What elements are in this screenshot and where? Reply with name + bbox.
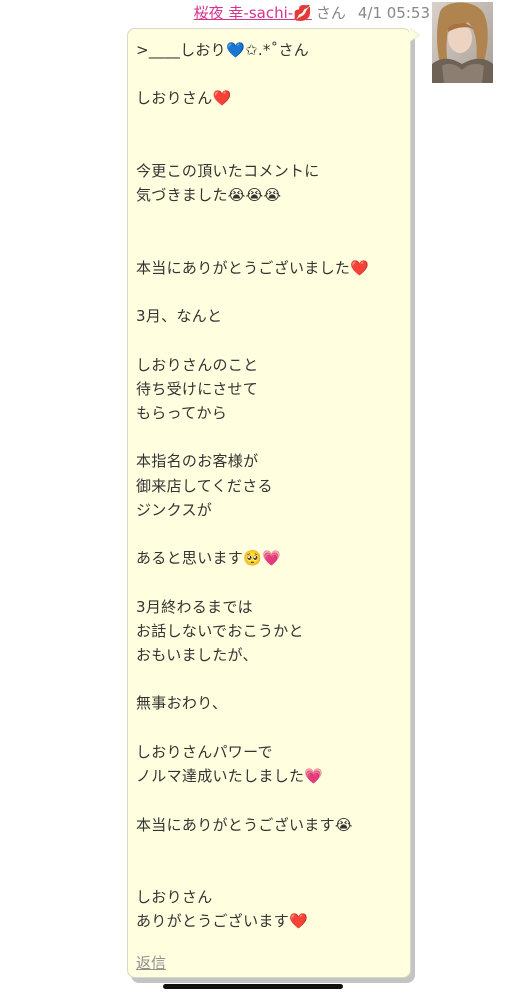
message-body: >____しおり💙✩.*˚さん しおりさん❤️ 今更この頂いたコメントに 気づき… <box>136 41 370 931</box>
post-header: 桜夜 幸-sachi-💋 さん 4/1 05:53 <box>0 3 430 23</box>
reply-link[interactable]: 返信 <box>136 952 166 974</box>
bubble-tail <box>409 28 419 42</box>
post-timestamp: 4/1 05:53 <box>357 4 430 22</box>
avatar[interactable] <box>432 2 493 83</box>
avatar-photo-icon <box>432 2 493 83</box>
home-indicator <box>163 984 343 989</box>
sender-name-link[interactable]: 桜夜 幸-sachi-💋 <box>194 4 312 22</box>
sender-honorific: さん <box>315 4 346 22</box>
